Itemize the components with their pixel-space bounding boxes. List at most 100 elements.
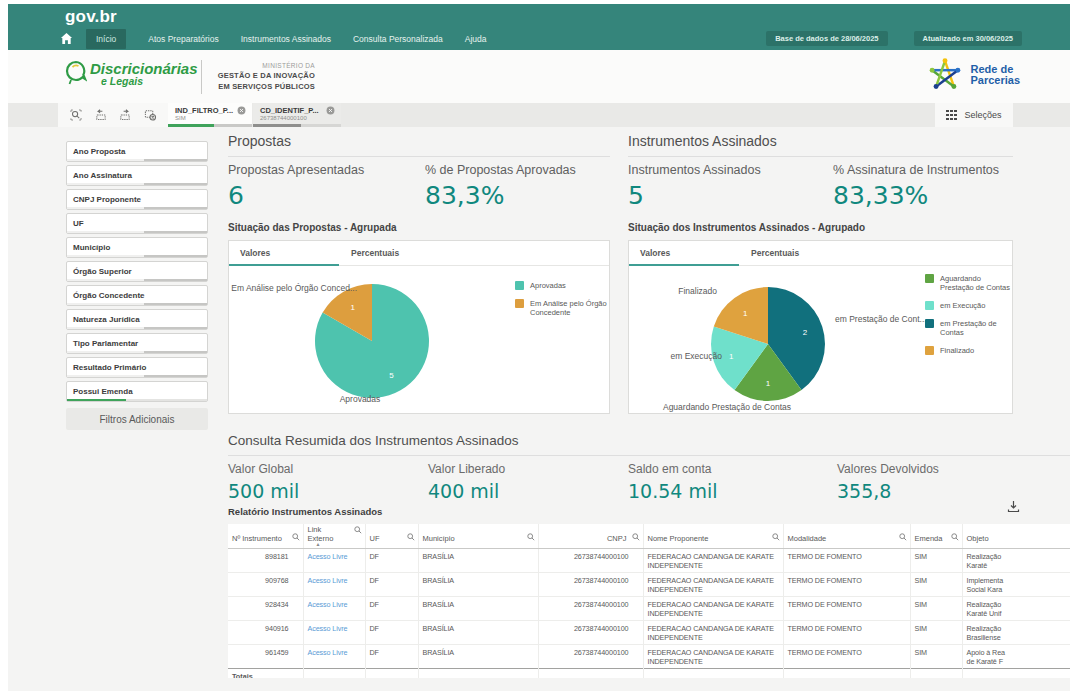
chip-label: IND_FILTRO_P... <box>175 106 233 115</box>
col-modalidade[interactable]: Modalidade <box>783 524 910 548</box>
filter-tipo-parlamentar[interactable]: Tipo Parlamentar <box>66 333 208 354</box>
filtros-adicionais-button[interactable]: Filtros Adicionais <box>66 408 208 430</box>
instrumentos-title: Instrumentos Assinados <box>628 133 1013 157</box>
cell-proponente: FEDERACAO CANDANGA DE KARATE INDEPENDENT… <box>643 572 783 596</box>
filter-cnpj-proponente[interactable]: CNPJ Proponente <box>66 189 208 210</box>
legend-item[interactable]: Finalizado <box>925 346 1012 355</box>
legend-item[interactable]: Aprovadas <box>515 281 609 290</box>
clear-selections-icon[interactable] <box>144 109 156 121</box>
filter-uf[interactable]: UF <box>66 213 208 234</box>
cell-emenda: SIM <box>910 572 962 596</box>
table-row[interactable]: 898181Acesso LivreDFBRASÍLIA267387440001… <box>228 548 1070 572</box>
govbr-logo: gov.br <box>65 7 117 27</box>
cell-proponente: FEDERACAO CANDANGA DE KARATE INDEPENDENT… <box>643 596 783 620</box>
col-emenda[interactable]: Emenda <box>910 524 962 548</box>
cell-link[interactable]: Acesso Livre <box>303 620 365 644</box>
instrumentos-legend: Aguardando Prestação de Contas em Execuçã… <box>925 274 1012 355</box>
legend-item[interactable]: em Execução <box>925 301 1012 310</box>
home-icon[interactable] <box>60 32 73 45</box>
nav-inicio[interactable]: Início <box>86 29 126 49</box>
col-cnpj[interactable]: CNPJ <box>538 524 643 548</box>
pie-callout-label: em Execução <box>671 351 723 361</box>
filter-natureza-juridica[interactable]: Natureza Jurídica <box>66 309 208 330</box>
filter-chip-cd-identif[interactable]: CD_IDENTIF_P... 26738744000100 <box>253 103 341 127</box>
cell-cnpj: 26738744000100 <box>538 620 643 644</box>
filter-chip-ind-filtro[interactable]: IND_FILTRO_P... SIM <box>168 103 252 127</box>
col-link-externo[interactable]: Link Externo▲ <box>303 524 365 548</box>
cell-uf: DF <box>365 548 418 572</box>
table-row[interactable]: 940916Acesso LivreDFBRASÍLIA267387440001… <box>228 620 1070 644</box>
nav-atos-preparatorios[interactable]: Atos Preparatórios <box>148 34 218 44</box>
pie-callout-label: Em Análise pelo Órgão Conced... <box>231 283 357 293</box>
filter-ano-assinatura[interactable]: Ano Assinatura <box>66 165 208 186</box>
search-icon[interactable] <box>951 533 959 541</box>
consulta-title: Consulta Resumida dos Instrumentos Assin… <box>228 433 1070 456</box>
filter-possui-emenda[interactable]: Possui Emenda <box>66 381 208 402</box>
col-municipio[interactable]: Município <box>418 524 538 548</box>
filter-orgao-superior[interactable]: Órgão Superior <box>66 261 208 282</box>
cell-modalidade: TERMO DE FOMENTO <box>783 596 910 620</box>
cell-emenda: SIM <box>910 644 962 668</box>
search-icon[interactable] <box>292 533 300 541</box>
download-icon[interactable] <box>1007 500 1020 513</box>
cell-modalidade: TERMO DE FOMENTO <box>783 620 910 644</box>
pie-callout-label: Aguardando Prestação de Contas <box>663 402 791 412</box>
step-forward-icon[interactable] <box>119 109 131 121</box>
cell-objeto: Realização Brasiliense <box>962 620 1070 644</box>
search-icon[interactable] <box>407 533 415 541</box>
instrumentos-section: Instrumentos Assinados Instrumentos Assi… <box>628 133 1013 414</box>
tab-percentuais[interactable]: Percentuais <box>739 241 849 265</box>
tab-valores[interactable]: Valores <box>229 241 339 265</box>
nav-ajuda[interactable]: Ajuda <box>465 34 487 44</box>
legend-item[interactable]: Em Análise pelo Órgão Concedente <box>515 299 609 317</box>
legend-item[interactable]: em Prestação de Contas <box>925 319 1012 337</box>
nav-consulta-personalizada[interactable]: Consulta Personalizada <box>353 34 443 44</box>
filter-orgao-concedente[interactable]: Órgão Concedente <box>66 285 208 306</box>
legend-swatch <box>925 346 934 355</box>
kpi-valor-global: Valor Global 500 mil <box>228 462 428 502</box>
partner-line2: Parcerias <box>970 75 1020 86</box>
filter-resultado-primario[interactable]: Resultado Primário <box>66 357 208 378</box>
instrumentos-pie-area: 2em Prestação de Cont...1Aguardando Pres… <box>629 267 1012 413</box>
search-icon[interactable] <box>527 533 535 541</box>
col-nome-proponente[interactable]: Nome Proponente <box>643 524 783 548</box>
legend-item[interactable]: Aguardando Prestação de Contas <box>925 274 1012 292</box>
database-date-badge: Base de dados de 28/06/2025 <box>766 31 887 46</box>
col-objeto[interactable]: Objeto <box>962 524 1070 548</box>
report-title: Relatório Instrumentos Assinados <box>228 506 1070 517</box>
cell-proponente: FEDERACAO CANDANGA DE KARATE INDEPENDENT… <box>643 644 783 668</box>
search-icon[interactable] <box>899 533 907 541</box>
app-frame: gov.br Início Atos Preparatórios Instrum… <box>8 4 1070 691</box>
cell-objeto: Realização Karatê Unif <box>962 596 1070 620</box>
col-uf[interactable]: UF <box>365 524 418 548</box>
ministry-logo: MINISTÉRIO DA GESTÃO E DA INOVAÇÃO EM SE… <box>211 62 315 91</box>
smart-search-icon[interactable] <box>70 109 82 121</box>
tab-valores[interactable]: Valores <box>629 241 739 265</box>
logo-band: Discricionárias e Legais MINISTÉRIO DA G… <box>8 50 1070 103</box>
cell-cnpj: 26738744000100 <box>538 644 643 668</box>
pie-callout-label: em Prestação de Cont... <box>835 314 927 324</box>
search-icon[interactable] <box>632 533 640 541</box>
cell-link[interactable]: Acesso Livre <box>303 644 365 668</box>
table-row[interactable]: 909768Acesso LivreDFBRASÍLIA267387440001… <box>228 572 1070 596</box>
table-row[interactable]: 961459Acesso LivreDFBRASÍLIA267387440001… <box>228 644 1070 668</box>
step-back-icon[interactable] <box>95 109 107 121</box>
col-numero[interactable]: Nº Instrumento <box>228 524 303 548</box>
filter-ano-proposta[interactable]: Ano Proposta <box>66 141 208 162</box>
selections-button[interactable]: Seleções <box>935 103 1013 127</box>
cell-link[interactable]: Acesso Livre <box>303 572 365 596</box>
selections-grid-icon <box>946 110 957 121</box>
cell-link[interactable]: Acesso Livre <box>303 596 365 620</box>
search-icon[interactable] <box>772 533 780 541</box>
cell-link[interactable]: Acesso Livre <box>303 548 365 572</box>
cell-proponente: FEDERACAO CANDANGA DE KARATE INDEPENDENT… <box>643 620 783 644</box>
cell-numero: 928434 <box>228 596 303 620</box>
nav-instrumentos-assinados[interactable]: Instrumentos Assinados <box>241 34 331 44</box>
search-icon[interactable] <box>354 526 362 534</box>
cell-numero: 961459 <box>228 644 303 668</box>
table-row[interactable]: 928434Acesso LivreDFBRASÍLIA267387440001… <box>228 596 1070 620</box>
filter-municipio[interactable]: Município <box>66 237 208 258</box>
tab-percentuais[interactable]: Percentuais <box>339 241 449 265</box>
chip-close-icon[interactable] <box>326 106 335 115</box>
chip-close-icon[interactable] <box>237 106 246 115</box>
